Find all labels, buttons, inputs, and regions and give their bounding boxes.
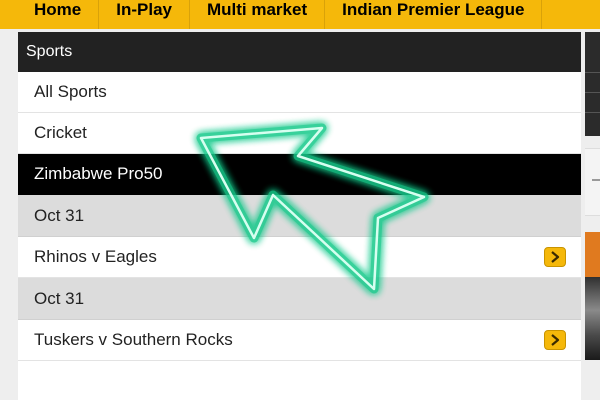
nav-item-indian-premier-league[interactable]: Indian Premier League [325, 0, 543, 29]
all-sports-label: All Sports [34, 82, 107, 101]
nav-item-home[interactable]: Home [0, 0, 100, 29]
match-label: Rhinos v Eagles [34, 247, 157, 266]
date-header: Oct 31 [18, 278, 581, 320]
competition-label: Zimbabwe Pro50 [34, 164, 163, 183]
cricket-link[interactable]: Cricket [18, 113, 581, 154]
chevron-right-icon[interactable] [544, 330, 566, 350]
cricket-label: Cricket [34, 123, 87, 142]
right-dark-panel [585, 32, 600, 136]
sports-header: Sports [18, 32, 581, 72]
nav-item-in-play[interactable]: In-Play [99, 0, 190, 29]
all-sports-link[interactable]: All Sports [18, 72, 581, 113]
right-light-panel [585, 148, 600, 216]
match-row-tuskers-v-southern-rocks[interactable]: Tuskers v Southern Rocks [18, 320, 581, 361]
sports-panel: Sports All Sports Cricket Zimbabwe Pro50… [18, 32, 581, 400]
match-label: Tuskers v Southern Rocks [34, 330, 233, 349]
top-nav: Home In-Play Multi market Indian Premier… [0, 0, 600, 29]
date-header: Oct 31 [18, 195, 581, 237]
right-orange-banner [585, 232, 600, 277]
match-row-rhinos-v-eagles[interactable]: Rhinos v Eagles [18, 237, 581, 278]
right-image [585, 277, 600, 360]
date-label: Oct 31 [34, 288, 85, 308]
nav-item-multi-market[interactable]: Multi market [190, 0, 326, 29]
competition-zimbabwe-pro50[interactable]: Zimbabwe Pro50 [18, 154, 581, 195]
date-label: Oct 31 [34, 205, 85, 225]
chevron-right-icon[interactable] [544, 247, 566, 267]
